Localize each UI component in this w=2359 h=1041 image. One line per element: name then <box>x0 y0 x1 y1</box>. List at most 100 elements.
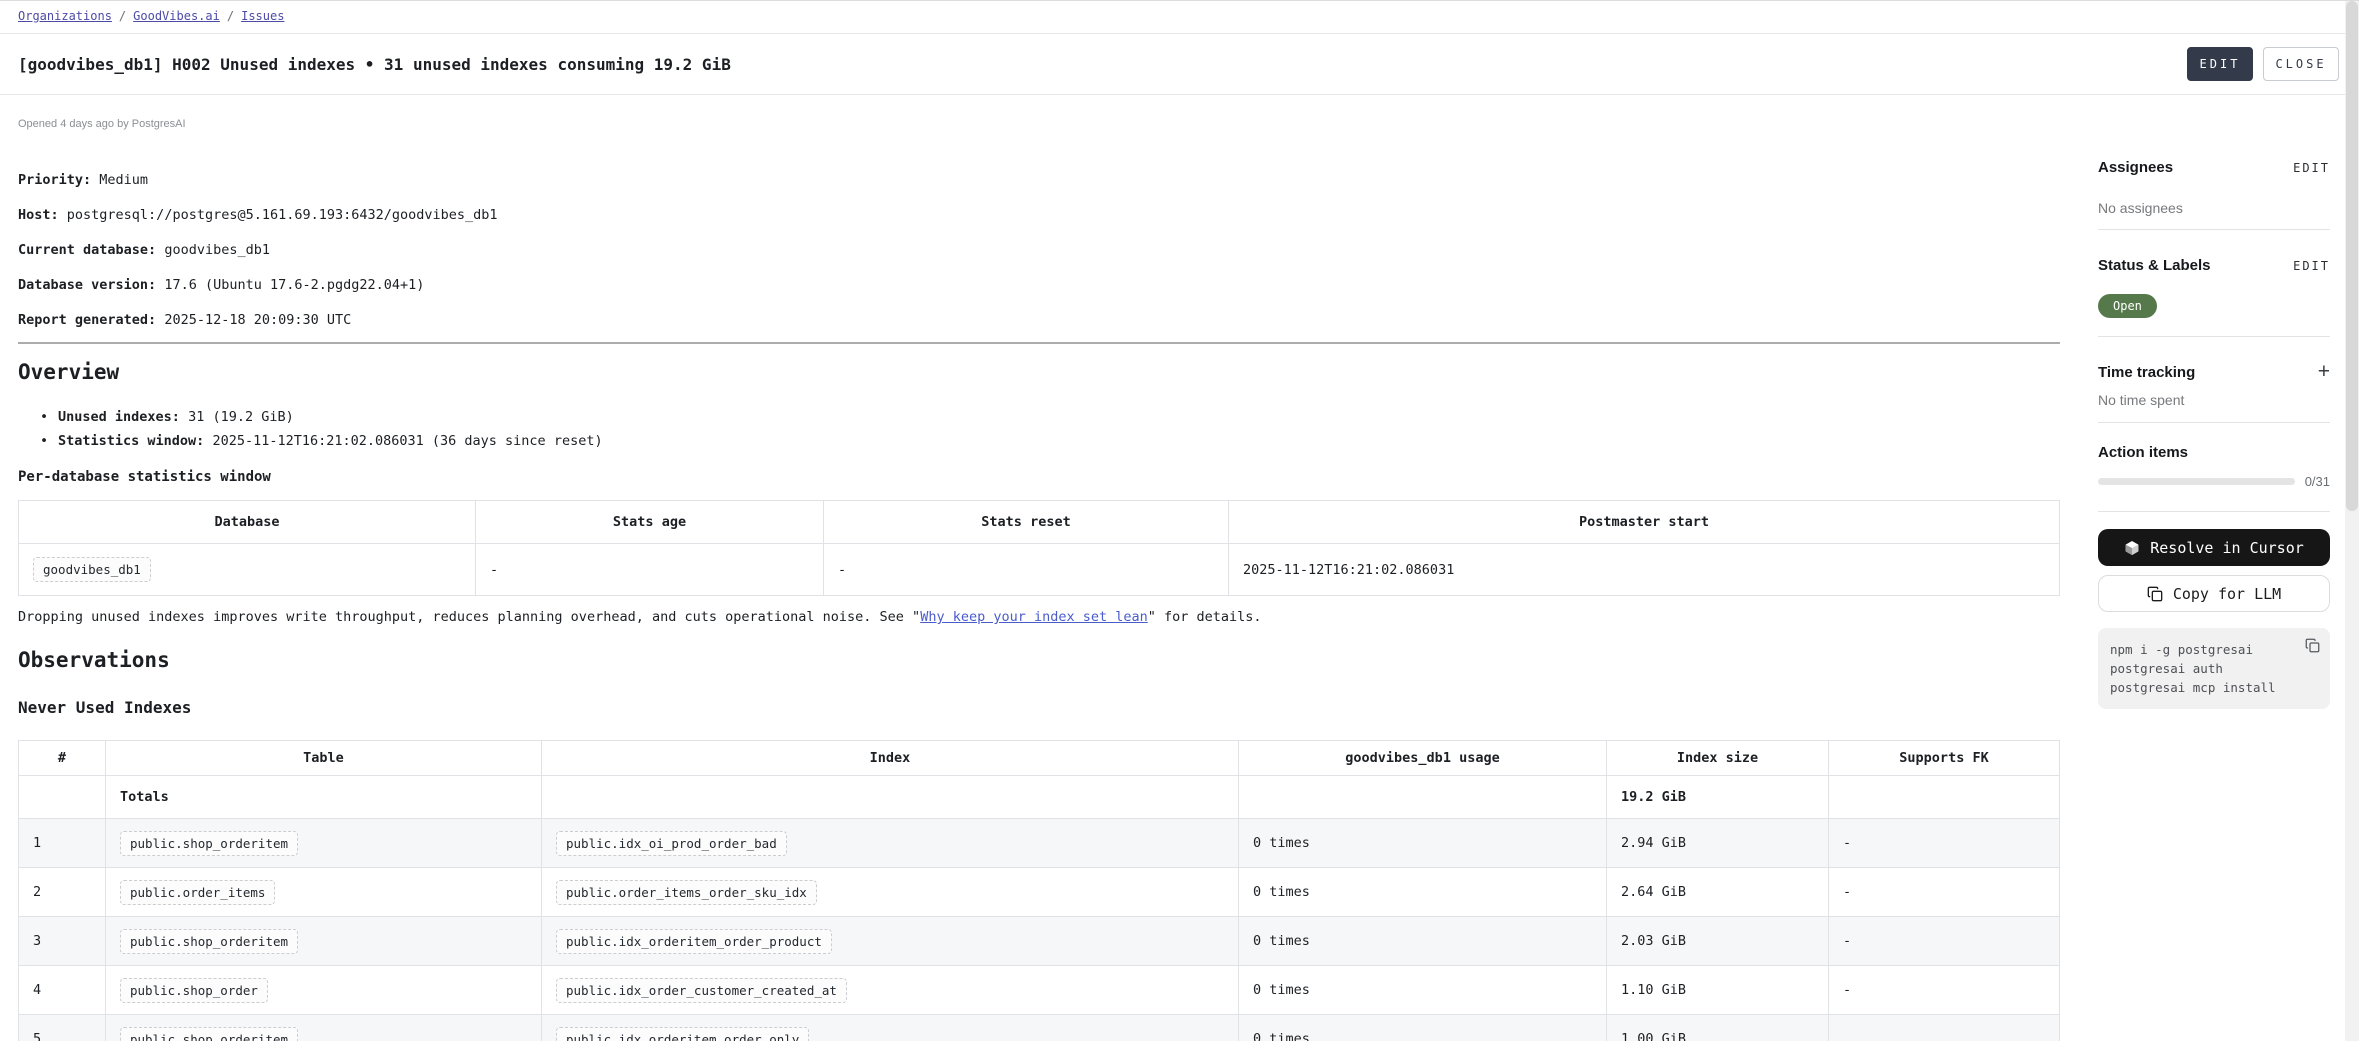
note-text: " for details. <box>1148 609 1262 625</box>
column-header-supports-fk: Supports FK <box>1829 741 2060 776</box>
resolve-button-label: Resolve in Cursor <box>2150 539 2304 557</box>
code-chip: public.idx_oi_prod_order_bad <box>556 831 787 856</box>
breadcrumb-link-goodvibes[interactable]: GoodVibes.ai <box>133 9 220 23</box>
cell-number: 5 <box>19 1015 106 1041</box>
cell-index-size: 2.94 GiB <box>1607 819 1829 868</box>
title-buttons: EDIT CLOSE <box>2187 47 2339 81</box>
section-divider <box>18 342 2060 344</box>
add-time-icon[interactable]: + <box>2318 363 2330 381</box>
cell-postmaster-start: 2025-11-12T16:21:02.086031 <box>1229 544 2060 596</box>
table-row: 2 public.order_items public.order_items_… <box>19 868 2060 917</box>
issue-body: Opened 4 days ago by PostgresAI Priority… <box>18 95 2060 1041</box>
breadcrumb-link-issues[interactable]: Issues <box>241 9 284 23</box>
list-item: Statistics window: 2025-11-12T16:21:02.0… <box>18 429 2060 453</box>
cell-index-size: 19.2 GiB <box>1607 776 1829 819</box>
cell-index: public.order_items_order_sku_idx <box>542 868 1239 917</box>
code-chip: public.shop_orderitem <box>120 831 298 856</box>
cell-totals-label: Totals <box>106 776 542 819</box>
cell-supports-fk: - <box>1829 917 2060 966</box>
column-header-index-size: Index size <box>1607 741 1829 776</box>
column-header-stats-age: Stats age <box>476 501 824 544</box>
cell-usage: 0 times <box>1239 1015 1607 1041</box>
action-items-section: Action items 0/31 <box>2098 423 2330 512</box>
cell-index: public.idx_orderitem_order_only <box>542 1015 1239 1041</box>
opened-meta: Opened 4 days ago by PostgresAI <box>18 118 2060 130</box>
never-used-indexes-heading: Never Used Indexes <box>18 699 2060 716</box>
column-header-postmaster-start: Postmaster start <box>1229 501 2060 544</box>
per-database-subheading: Per-database statistics window <box>18 469 2060 486</box>
observations-heading: Observations <box>18 648 2060 673</box>
assignees-section: Assignees EDIT No assignees <box>2098 95 2330 230</box>
breadcrumb-link-organizations[interactable]: Organizations <box>18 9 112 23</box>
table-row: goodvibes_db1 - - 2025-11-12T16:21:02.08… <box>19 544 2060 596</box>
bullet-value: 31 (19.2 GiB) <box>188 409 294 425</box>
cell-table: public.shop_orderitem <box>106 917 542 966</box>
meta-label: Priority: <box>18 172 91 188</box>
assignees-edit-button[interactable]: EDIT <box>2293 161 2330 175</box>
status-labels-section: Status & Labels EDIT Open <box>2098 230 2330 337</box>
meta-label: Host: <box>18 207 59 223</box>
cell-supports-fk <box>1829 776 2060 819</box>
column-header-database: Database <box>19 501 476 544</box>
cell-index-size: 2.64 GiB <box>1607 868 1829 917</box>
code-chip: public.shop_orderitem <box>120 1027 298 1041</box>
per-database-stats-table: Database Stats age Stats reset Postmaste… <box>18 500 2060 596</box>
issue-sidebar: Assignees EDIT No assignees Status & Lab… <box>2098 95 2330 709</box>
cell-usage: 0 times <box>1239 917 1607 966</box>
time-tracking-empty-text: No time spent <box>2098 392 2330 408</box>
breadcrumb-separator: / <box>119 9 126 23</box>
column-header-number: # <box>19 741 106 776</box>
cell-number: 3 <box>19 917 106 966</box>
cell-supports-fk: - <box>1829 966 2060 1015</box>
resolve-in-cursor-button[interactable]: Resolve in Cursor <box>2098 529 2330 566</box>
meta-block: Priority: Medium Host: postgresql://post… <box>18 163 2060 338</box>
table-header-row: Database Stats age Stats reset Postmaste… <box>19 501 2060 544</box>
snippet-copy-icon[interactable] <box>2305 638 2320 653</box>
cell-number: 2 <box>19 868 106 917</box>
issue-page: Organizations / GoodVibes.ai / Issues [goodv… <box>0 0 2359 1041</box>
cli-snippet: npm i -g postgresai postgresai auth post… <box>2098 628 2330 709</box>
time-tracking-title: Time tracking <box>2098 364 2195 381</box>
cell-supports-fk: - <box>1829 819 2060 868</box>
cell-number: 1 <box>19 819 106 868</box>
page-scrollbar[interactable] <box>2345 1 2359 1041</box>
meta-database-version: Database version: 17.6 (Ubuntu 17.6-2.pg… <box>18 268 2060 303</box>
cell-supports-fk: - <box>1829 868 2060 917</box>
close-button[interactable]: CLOSE <box>2263 47 2339 81</box>
table-header-row: # Table Index goodvibes_db1 usage Index … <box>19 741 2060 776</box>
code-chip: public.shop_orderitem <box>120 929 298 954</box>
cell-table: public.shop_orderitem <box>106 819 542 868</box>
code-chip: public.order_items <box>120 880 275 905</box>
page-title: [goodvibes_db1] H002 Unused indexes • 31… <box>18 55 731 74</box>
breadcrumb-separator: / <box>227 9 234 23</box>
action-items-progress: 0/31 <box>2098 474 2330 489</box>
meta-value: 2025-12-18 20:09:30 UTC <box>164 312 351 328</box>
status-labels-edit-button[interactable]: EDIT <box>2293 259 2330 273</box>
meta-value: 17.6 (Ubuntu 17.6-2.pgdg22.04+1) <box>164 277 424 293</box>
bullet-value: 2025-11-12T16:21:02.086031 (36 days sinc… <box>212 433 602 449</box>
status-labels-title: Status & Labels <box>2098 257 2211 274</box>
note-paragraph: Dropping unused indexes improves write t… <box>18 609 2060 626</box>
overview-list: Unused indexes: 31 (19.2 GiB) Statistics… <box>18 405 2060 453</box>
meta-priority: Priority: Medium <box>18 163 2060 198</box>
column-header-stats-reset: Stats reset <box>824 501 1229 544</box>
breadcrumb: Organizations / GoodVibes.ai / Issues <box>0 1 2359 34</box>
cursor-logo-icon <box>2124 540 2140 556</box>
totals-row: Totals 19.2 GiB <box>19 776 2060 819</box>
cell-table: public.order_items <box>106 868 542 917</box>
cell-usage <box>1239 776 1607 819</box>
cli-line: npm i -g postgresai <box>2110 640 2318 659</box>
table-row: 5 public.shop_orderitem public.idx_order… <box>19 1015 2060 1041</box>
edit-button[interactable]: EDIT <box>2187 47 2253 81</box>
index-set-lean-link[interactable]: Why keep your index set lean <box>920 609 1148 625</box>
cell-stats-reset: - <box>824 544 1229 596</box>
bullet-label: Statistics window: <box>58 433 204 449</box>
copy-for-llm-button[interactable]: Copy for LLM <box>2098 575 2330 612</box>
meta-value: postgresql://postgres@5.161.69.193:6432/… <box>67 207 498 223</box>
action-items-title: Action items <box>2098 444 2188 461</box>
code-chip: public.idx_order_customer_created_at <box>556 978 847 1003</box>
progress-bar <box>2098 478 2295 485</box>
meta-label: Current database: <box>18 242 156 258</box>
scrollbar-thumb[interactable] <box>2346 1 2358 511</box>
cell-usage: 0 times <box>1239 966 1607 1015</box>
